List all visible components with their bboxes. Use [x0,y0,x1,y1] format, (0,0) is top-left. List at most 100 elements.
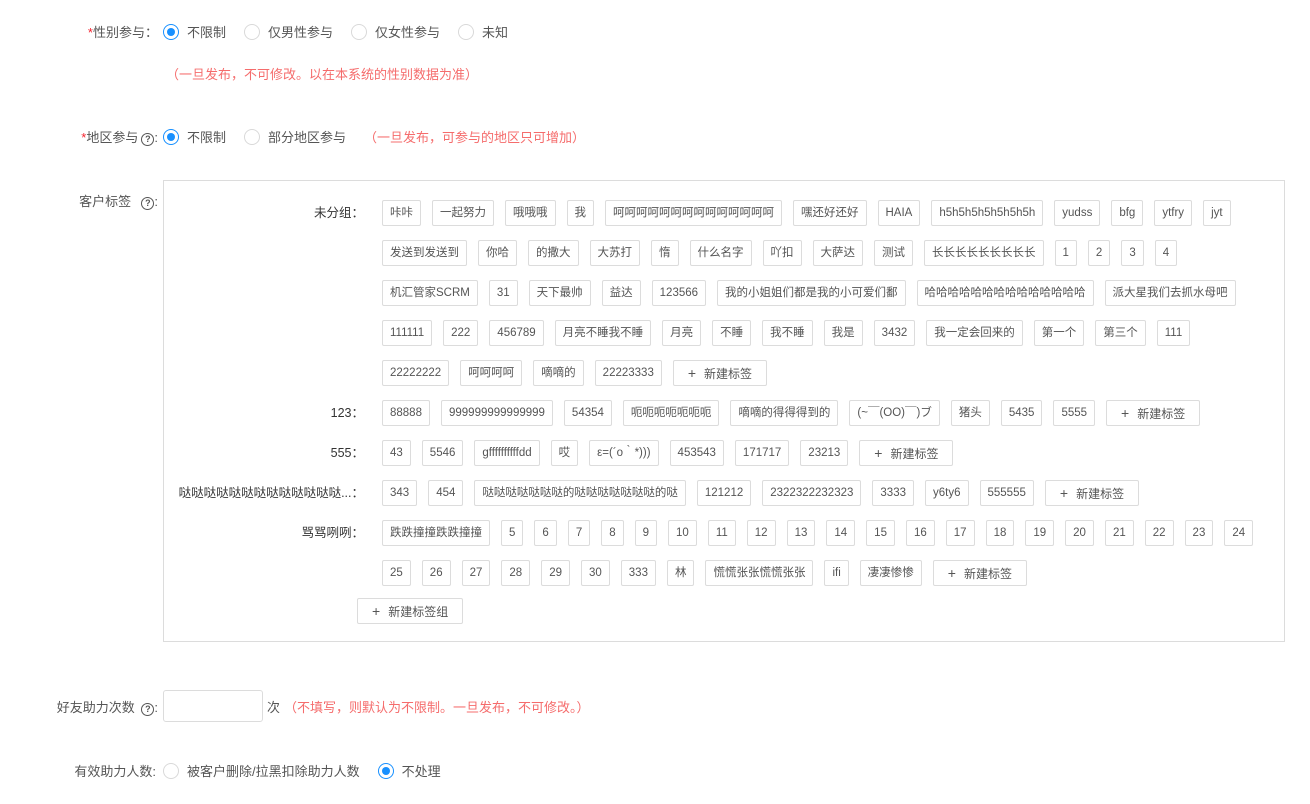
region-option-1[interactable]: 部分地区参与 [244,127,346,146]
customer-tag[interactable]: 111 [1156,320,1191,346]
customer-tag[interactable]: 23213 [800,440,849,466]
customer-tag[interactable]: 哒哒哒哒哒哒哒的哒哒哒哒哒哒哒的哒 [474,480,686,506]
customer-tag[interactable]: 月亮不睡我不睡 [554,320,652,346]
radio-circle[interactable] [377,762,394,779]
customer-tag[interactable]: 121212 [696,480,752,506]
customer-tag[interactable]: 哦哦哦 [505,200,556,226]
customer-tag[interactable]: 嘀嘀的得得得到的 [730,400,839,426]
customer-tag[interactable]: h5h5h5h5h5h5h5h [931,200,1044,226]
customer-tag[interactable]: 的撒大 [528,240,579,266]
customer-tag[interactable]: 月亮 [662,320,702,346]
add-tag-button[interactable]: + 新建标签 [859,440,954,466]
radio-circle[interactable] [163,23,179,40]
customer-tag[interactable]: 6 [534,520,557,546]
add-tag-group-button[interactable]: + 新建标签组 [357,598,464,624]
radio-circle[interactable] [458,23,475,40]
friend-help-count-input[interactable] [163,690,263,722]
customer-tag[interactable]: ytfry [1154,200,1193,226]
customer-tag[interactable]: 不睡 [712,320,752,346]
customer-tag[interactable]: jyt [1203,200,1231,226]
help-icon[interactable]: ? [141,702,155,716]
customer-tag[interactable]: 22223333 [594,360,662,386]
add-tag-button[interactable]: + 新建标签 [1044,480,1140,506]
help-icon[interactable]: ? [141,133,155,146]
customer-tag[interactable]: 11 [707,520,736,546]
customer-tag[interactable]: 19 [1025,520,1055,546]
gender-option-0[interactable]: 不限制 [163,22,226,41]
radio-circle[interactable] [163,762,179,779]
customer-tag[interactable]: 222 [443,320,479,346]
customer-tag[interactable]: 171717 [734,440,790,466]
customer-tag[interactable]: 7 [567,520,591,546]
customer-tag[interactable]: 益达 [601,280,641,306]
customer-tag[interactable]: 林 [666,560,695,586]
add-tag-button[interactable]: + 新建标签 [1106,400,1201,426]
customer-tag[interactable]: 26 [421,560,451,586]
gender-option-2[interactable]: 仅女性参与 [351,22,440,41]
customer-tag[interactable]: 343 [382,480,418,506]
customer-tag[interactable]: 哈哈哈哈哈哈哈哈哈哈哈哈哈哈 [916,280,1094,306]
customer-tag[interactable]: 54354 [563,400,612,426]
customer-tag[interactable]: 27 [461,560,491,586]
customer-tag[interactable]: 天下最帅 [528,280,591,306]
customer-tag[interactable]: 454 [428,480,464,506]
customer-tag[interactable]: 跌跌撞撞跌跌撞撞 [382,520,490,546]
radio-circle[interactable] [244,23,261,40]
customer-tag[interactable]: 28 [501,560,531,586]
customer-tag[interactable]: 吖扣 [762,240,802,266]
customer-tag[interactable]: 测试 [874,240,913,266]
valid_help-option-0[interactable]: 被客户删除/拉黑扣除助力人数 [163,761,360,780]
customer-tag[interactable]: 23 [1184,520,1214,546]
customer-tag[interactable]: 17 [945,520,975,546]
customer-tag[interactable]: 嘿还好还好 [793,200,867,226]
customer-tag[interactable]: 10 [668,520,697,546]
gender-option-3[interactable]: 未知 [458,22,508,41]
customer-tag[interactable]: y6ty6 [925,480,969,506]
customer-tag[interactable]: 惰 [651,240,679,266]
gender-option-1[interactable]: 仅男性参与 [244,22,333,41]
radio-circle[interactable] [244,128,261,145]
customer-tag[interactable]: 999999999999999 [440,400,553,426]
customer-tag[interactable]: ifi [824,560,849,586]
customer-tag[interactable]: 一起努力 [432,200,494,226]
customer-tag[interactable]: 我 [566,200,594,226]
customer-tag[interactable]: 呵呵呵呵呵呵呵呵呵呵呵呵呵呵 [605,200,782,226]
customer-tag[interactable]: 20 [1065,520,1094,546]
customer-tag[interactable]: 22222222 [382,360,450,386]
customer-tag[interactable]: 机汇管家SCRM [382,280,478,306]
customer-tag[interactable]: 第三个 [1095,320,1146,346]
customer-tag[interactable]: 555555 [979,480,1034,506]
customer-tag[interactable]: 5546 [421,440,464,466]
customer-tag[interactable]: 25 [382,560,411,586]
help-icon[interactable]: ? [141,197,155,210]
customer-tag[interactable]: 31 [488,280,518,306]
customer-tag[interactable]: 呃呃呃呃呃呃呃 [622,400,720,426]
customer-tag[interactable]: 派大星我们去抓水母吧 [1104,280,1236,306]
customer-tag[interactable]: yudss [1054,200,1101,226]
customer-tag[interactable]: 333 [620,560,656,586]
customer-tag[interactable]: 14 [826,520,856,546]
customer-tag[interactable]: 什么名字 [689,240,752,266]
customer-tag[interactable]: 我一定会回来的 [926,320,1023,346]
customer-tag[interactable]: 大萨达 [812,240,863,266]
customer-tag[interactable]: 长长长长长长长长长 [924,240,1044,266]
customer-tag[interactable]: 18 [985,520,1015,546]
customer-tag[interactable]: 9 [634,520,658,546]
customer-tag[interactable]: 88888 [382,400,430,426]
customer-tag[interactable]: 8 [601,520,624,546]
customer-tag[interactable]: 2 [1087,240,1111,266]
customer-tag[interactable]: 13 [786,520,816,546]
customer-tag[interactable]: 大苏打 [589,240,640,266]
valid_help-option-1[interactable]: 不处理 [377,761,441,780]
customer-tag[interactable]: 12 [746,520,776,546]
customer-tag[interactable]: 发送到发送到 [382,240,467,266]
customer-tag[interactable]: ε=(´ο｀*))) [589,440,659,466]
customer-tag[interactable]: 30 [580,560,610,586]
customer-tag[interactable]: 慌慌张张慌慌张张 [705,560,814,586]
customer-tag[interactable]: 嘀嘀的 [533,360,584,386]
customer-tag[interactable]: 凄凄惨惨 [859,560,922,586]
customer-tag[interactable]: 1 [1054,240,1077,266]
customer-tag[interactable]: 453543 [669,440,724,466]
customer-tag[interactable]: 29 [541,560,570,586]
customer-tag[interactable]: 43 [382,440,411,466]
